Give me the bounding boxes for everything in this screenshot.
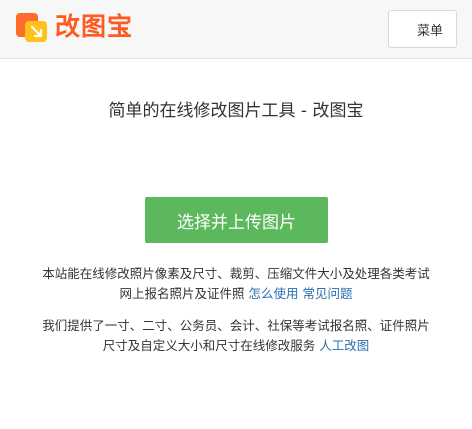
services-line-2: 尺寸及自定义大小和尺寸在线修改服务 人工改图 (0, 336, 472, 356)
intro-line-2-text: 网上报名照片及证件照 (119, 286, 245, 301)
menu-button[interactable]: 菜单 (388, 10, 457, 48)
header: 改图宝 菜单 (0, 0, 472, 59)
upload-image-button[interactable]: 选择并上传图片 (145, 197, 328, 243)
intro-line-2: 网上报名照片及证件照 怎么使用 常见问题 (0, 284, 472, 304)
faq-link[interactable]: 常见问题 (302, 286, 352, 301)
logo-text: 改图宝 (55, 12, 134, 41)
how-to-use-link[interactable]: 怎么使用 (248, 286, 298, 301)
logo[interactable]: 改图宝 (16, 11, 133, 43)
logo-icon (16, 11, 48, 43)
page-title: 简单的在线修改图片工具 - 改图宝 (108, 101, 364, 121)
manual-edit-link[interactable]: 人工改图 (319, 338, 369, 353)
services-line-1: 我们提供了一寸、二寸、公务员、会计、社保等考试报名照、证件照片 (42, 318, 430, 333)
services-paragraph: 我们提供了一寸、二寸、公务员、会计、社保等考试报名照、证件照片 尺寸及自定义大小… (0, 316, 472, 356)
intro-line-1: 本站能在线修改照片像素及尺寸、裁剪、压缩文件大小及处理各类考试 (42, 266, 430, 281)
services-line-2-text: 尺寸及自定义大小和尺寸在线修改服务 (102, 338, 316, 353)
intro-paragraph: 本站能在线修改照片像素及尺寸、裁剪、压缩文件大小及处理各类考试 网上报名照片及证… (0, 264, 472, 304)
